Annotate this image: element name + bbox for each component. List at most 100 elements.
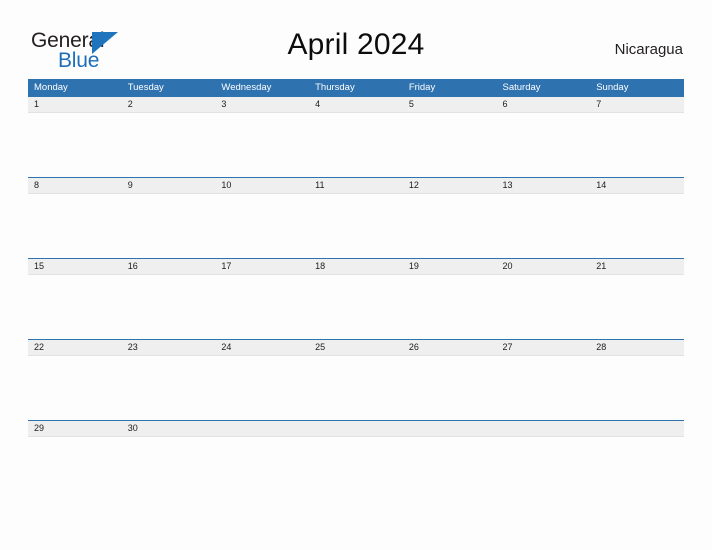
day-cell[interactable] [28,113,122,177]
day-number[interactable]: 29 [28,421,122,436]
day-number[interactable]: 21 [590,259,684,274]
day-number[interactable]: 3 [215,97,309,112]
week-row: 8 9 10 11 12 13 14 [28,177,684,258]
week-event-area [28,194,684,258]
day-cell[interactable] [590,356,684,420]
day-cell[interactable] [28,194,122,258]
day-cell[interactable] [215,275,309,339]
week-event-area [28,275,684,339]
day-cell-empty [309,437,403,501]
week-row: 15 16 17 18 19 20 21 [28,258,684,339]
day-number[interactable]: 15 [28,259,122,274]
week-event-area [28,437,684,501]
day-cell[interactable] [28,356,122,420]
day-number[interactable]: 19 [403,259,497,274]
day-number[interactable]: 26 [403,340,497,355]
week-date-band: 29 30 [28,421,684,437]
day-number[interactable]: 12 [403,178,497,193]
day-number[interactable]: 8 [28,178,122,193]
day-cell[interactable] [215,356,309,420]
week-date-band: 8 9 10 11 12 13 14 [28,178,684,194]
week-event-area [28,113,684,177]
week-row: 1 2 3 4 5 6 7 [28,96,684,177]
day-number[interactable]: 6 [497,97,591,112]
day-cell-empty [497,437,591,501]
day-cell[interactable] [309,275,403,339]
day-number[interactable]: 1 [28,97,122,112]
day-number[interactable]: 27 [497,340,591,355]
day-cell-empty [403,437,497,501]
week-date-band: 1 2 3 4 5 6 7 [28,97,684,113]
day-number[interactable]: 24 [215,340,309,355]
week-event-area [28,356,684,420]
calendar-page: General Blue April 2024 Nicaragua Monday… [0,0,712,550]
day-cell[interactable] [403,194,497,258]
day-cell[interactable] [122,113,216,177]
day-cell[interactable] [497,194,591,258]
day-number[interactable]: 25 [309,340,403,355]
day-number[interactable]: 7 [590,97,684,112]
blue-triangle-flag-icon [92,32,118,54]
week-date-band: 22 23 24 25 26 27 28 [28,340,684,356]
weekday-header-sunday: Sunday [596,82,629,93]
day-number[interactable]: 14 [590,178,684,193]
brand-logo[interactable]: General Blue [31,29,151,75]
day-number[interactable]: 16 [122,259,216,274]
day-cell[interactable] [403,356,497,420]
day-number[interactable]: 22 [28,340,122,355]
day-cell[interactable] [215,113,309,177]
day-number[interactable]: 30 [122,421,216,436]
calendar-grid: Monday Tuesday Wednesday Thursday Friday… [28,79,684,501]
day-cell[interactable] [497,275,591,339]
day-number[interactable]: 5 [403,97,497,112]
day-number[interactable]: 9 [122,178,216,193]
day-number[interactable]: 11 [309,178,403,193]
week-row: 29 30 [28,420,684,501]
day-cell[interactable] [309,194,403,258]
day-number-empty [215,421,309,436]
week-row: 22 23 24 25 26 27 28 [28,339,684,420]
page-title: April 2024 [287,28,425,61]
day-cell[interactable] [309,356,403,420]
day-cell[interactable] [28,275,122,339]
day-cell[interactable] [590,275,684,339]
day-cell[interactable] [122,275,216,339]
day-cell-empty [215,437,309,501]
weekday-header-wednesday: Wednesday [221,82,272,93]
page-header: General Blue April 2024 Nicaragua [0,0,712,79]
weekday-header-thursday: Thursday [315,82,355,93]
day-cell[interactable] [497,356,591,420]
day-cell[interactable] [28,437,122,501]
day-number[interactable]: 17 [215,259,309,274]
day-number[interactable]: 23 [122,340,216,355]
region-label: Nicaragua [614,41,683,58]
day-number-empty [403,421,497,436]
day-number[interactable]: 20 [497,259,591,274]
day-cell[interactable] [590,194,684,258]
day-number[interactable]: 13 [497,178,591,193]
day-number-empty [590,421,684,436]
day-cell[interactable] [403,113,497,177]
day-cell[interactable] [309,113,403,177]
day-cell[interactable] [497,113,591,177]
day-cell-empty [590,437,684,501]
day-cell[interactable] [590,113,684,177]
day-cell[interactable] [122,194,216,258]
day-number-empty [309,421,403,436]
day-number-empty [497,421,591,436]
day-cell[interactable] [122,437,216,501]
day-number[interactable]: 4 [309,97,403,112]
weekday-header-friday: Friday [408,82,436,93]
weekday-header-row: Monday Tuesday Wednesday Thursday Friday… [28,79,684,96]
day-cell[interactable] [215,194,309,258]
day-cell[interactable] [403,275,497,339]
day-number[interactable]: 10 [215,178,309,193]
day-number[interactable]: 28 [590,340,684,355]
week-date-band: 15 16 17 18 19 20 21 [28,259,684,275]
day-number[interactable]: 2 [122,97,216,112]
day-number[interactable]: 18 [309,259,403,274]
weekday-header-saturday: Saturday [502,82,541,93]
day-cell[interactable] [122,356,216,420]
weekday-header-tuesday: Tuesday [127,82,164,93]
weekday-header-monday: Monday [34,82,68,93]
